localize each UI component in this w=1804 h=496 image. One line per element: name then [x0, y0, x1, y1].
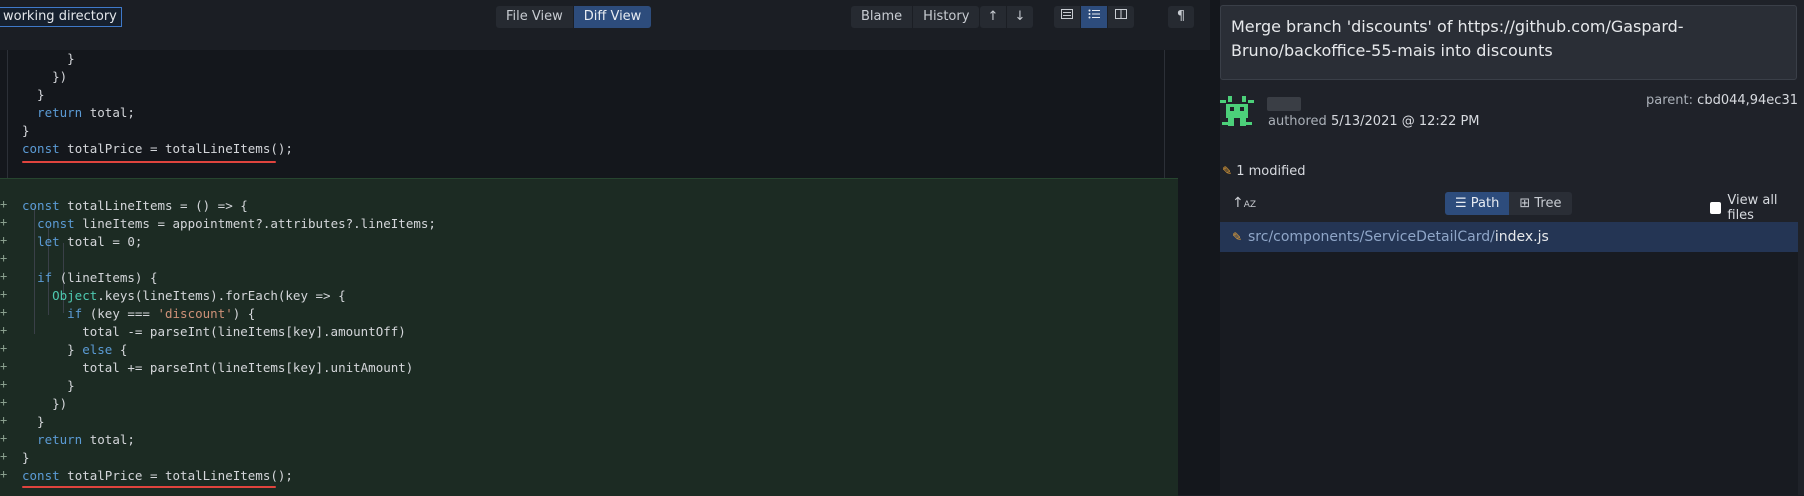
added-line: } [22, 414, 45, 429]
author-avatar [1220, 96, 1264, 132]
context-line: }) [22, 69, 68, 84]
error-underline [22, 161, 276, 163]
added-line: total -= parseInt(lineItems[key].amountO… [22, 324, 406, 339]
file-row[interactable]: ✎ src/components/ServiceDetailCard/index… [1220, 222, 1798, 252]
previous-change-icon[interactable]: ↑ [980, 6, 1007, 28]
modified-summary: ✎ 1 modified [1222, 164, 1306, 179]
author-name-redacted [1267, 97, 1301, 111]
added-line: }) [22, 396, 68, 411]
view-all-files-toggle[interactable]: View all files [1710, 193, 1804, 223]
commit-message[interactable]: Merge branch 'discounts' of https://gith… [1220, 5, 1797, 80]
added-marker: + [0, 467, 8, 481]
added-marker: + [0, 431, 8, 445]
tree-view-button[interactable]: ⊞ Tree [1509, 192, 1571, 215]
pencil-icon: ✎ [1232, 230, 1243, 244]
added-marker: + [0, 251, 8, 265]
diff-toolbar: working directory File View Diff View Bl… [0, 0, 1210, 50]
added-line: } [22, 378, 75, 393]
whitespace-group: ¶ [1168, 6, 1194, 28]
context-line: } [22, 87, 45, 102]
view-all-label: View all files [1727, 193, 1778, 223]
file-path: src/components/ServiceDetailCard/index.j… [1248, 229, 1549, 245]
pencil-icon: ✎ [1222, 164, 1233, 178]
parent-info: parent: cbd044,94ec31 [1646, 93, 1798, 108]
error-underline [22, 486, 276, 488]
context-line: } [22, 51, 75, 66]
file-name: index.js [1494, 229, 1549, 245]
context-line: } [22, 123, 30, 138]
tree-label: Tree [1534, 196, 1562, 211]
history-button[interactable]: History [913, 6, 979, 28]
pilcrow-icon[interactable]: ¶ [1168, 6, 1194, 28]
tree-icon: ⊞ [1519, 196, 1531, 211]
hunk-view-icon[interactable] [1054, 6, 1081, 28]
view-all-checkbox[interactable] [1710, 202, 1722, 214]
added-marker: + [0, 341, 8, 355]
added-marker: + [0, 395, 8, 409]
authored-label: authored [1268, 114, 1327, 129]
added-line: if (lineItems) { [37, 270, 158, 285]
view-mode-toggle: File View Diff View [496, 6, 652, 28]
modified-count: 1 modified [1236, 164, 1306, 179]
parent-label: parent: [1646, 93, 1694, 108]
blame-history-group: Blame History [851, 6, 980, 28]
added-line: Object.keys(lineItems).forEach(key => { [52, 288, 346, 303]
added-marker: + [0, 449, 8, 463]
added-line: const totalLineItems = () => { [22, 198, 248, 213]
hunk-navigation-group: ↑ ↓ [980, 6, 1033, 28]
added-marker: + [0, 233, 8, 247]
diff-view-button[interactable]: Diff View [573, 6, 652, 28]
added-marker: + [0, 359, 8, 373]
path-label: Path [1470, 196, 1500, 211]
added-line: if (key === 'discount') { [67, 306, 256, 321]
sort-az-icon[interactable]: ↑AZ [1232, 195, 1256, 211]
blame-button[interactable]: Blame [851, 6, 914, 28]
list-icon: ☰ [1455, 196, 1467, 211]
added-line: const lineItems = appointment?.attribute… [37, 216, 436, 231]
added-marker: + [0, 413, 8, 427]
path-view-button[interactable]: ☰ Path [1445, 192, 1510, 215]
added-line: total += parseInt(lineItems[key].unitAmo… [22, 360, 414, 375]
added-marker: + [0, 287, 8, 301]
working-directory-label[interactable]: working directory [0, 7, 122, 27]
inline-view-icon[interactable] [1081, 6, 1108, 28]
added-marker: + [0, 215, 8, 229]
added-marker: + [0, 305, 8, 319]
authored-date: 5/13/2021 @ 12:22 PM [1330, 114, 1480, 129]
split-view-icon[interactable] [1108, 6, 1134, 28]
diff-code-area[interactable]: } }) } return total; } const totalPrice … [0, 50, 1210, 496]
context-line: return total; [22, 105, 135, 120]
file-dir: src/components/ServiceDetailCard/ [1248, 229, 1495, 245]
diff-layout-group [1054, 6, 1134, 28]
file-view-toggle: ☰ Path ⊞ Tree [1445, 192, 1572, 215]
added-line: } [22, 450, 30, 465]
added-marker: + [0, 269, 8, 283]
added-marker: + [0, 323, 8, 337]
parent-sha[interactable]: cbd044,94ec31 [1697, 93, 1798, 108]
next-change-icon[interactable]: ↓ [1007, 6, 1033, 28]
panel-splitter[interactable] [1210, 0, 1220, 495]
added-marker: + [0, 377, 8, 391]
added-line: } else { [22, 342, 128, 357]
authored-info: authored 5/13/2021 @ 12:22 PM [1268, 114, 1480, 129]
added-line: return total; [22, 432, 135, 447]
added-line: const totalPrice = totalLineItems(); [22, 468, 293, 483]
file-view-button[interactable]: File View [496, 6, 574, 28]
added-marker: + [0, 197, 8, 211]
context-line: const totalPrice = totalLineItems(); [22, 141, 293, 156]
file-list: ✎ src/components/ServiceDetailCard/index… [1220, 222, 1798, 495]
added-line: let total = 0; [37, 234, 143, 249]
